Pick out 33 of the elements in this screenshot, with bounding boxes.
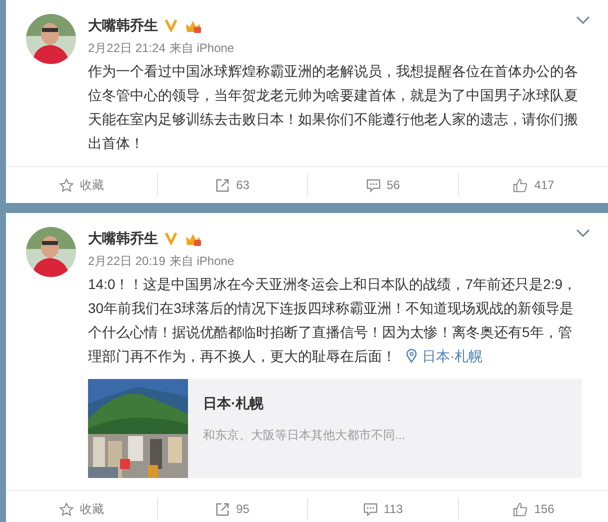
thumbs-up-icon	[512, 178, 528, 192]
star-icon	[58, 178, 74, 192]
like-button[interactable]: 156	[458, 498, 608, 520]
comment-icon	[362, 502, 378, 516]
author-name[interactable]: 大嘴韩乔生	[88, 17, 158, 35]
location-pin-icon	[406, 349, 417, 363]
chevron-down-icon[interactable]	[576, 16, 590, 25]
chevron-down-icon[interactable]	[576, 229, 590, 238]
thumbs-up-icon	[512, 502, 528, 516]
place-title: 日本·札幌	[203, 395, 265, 413]
post-time[interactable]: 2月22日 21:24	[88, 40, 166, 57]
avatar-icon[interactable]	[26, 14, 76, 64]
like-button[interactable]: 417	[458, 174, 608, 196]
comment-button[interactable]: 113	[307, 498, 458, 520]
place-card[interactable]: 日本·札幌 和东京、大阪等日本其他大都市不同...	[88, 379, 582, 478]
post-text: 14:0！！这是中国男冰在今天亚洲冬运会上和日本队的战绩，7年前还只是2:9，30年前我们在3球落后的情况下连扳四球称霸亚洲！不知道现场观战的新领导是个什么心情！据说优酷都临时掐断了直播信号！因为太惨！离冬奥还有5年，管理部门再不作为，再不换人，更大的耻辱在后面！ 日本·札幌	[88, 275, 578, 366]
repost-button[interactable]: 95	[156, 498, 307, 520]
star-icon	[58, 502, 74, 516]
repost-button[interactable]: 63	[156, 174, 307, 196]
location-link[interactable]: 日本·札幌	[406, 348, 483, 364]
post-time[interactable]: 2月22日 20:19	[88, 253, 166, 270]
share-icon	[215, 178, 230, 192]
post-source: 来自 iPhone	[169, 253, 234, 270]
comment-icon	[366, 178, 381, 192]
comment-button[interactable]: 56	[307, 174, 458, 196]
post-text: 作为一个看过中国冰球辉煌称霸亚洲的老解说员，我想提醒各位在首体办公的各位冬管中心的领导，当年贺龙老元帅为啥要建首体，就是为了中国男子冰球队夏天能在室内足够训练去击败日本！如果你们不能遵行他老人家的遗志，请你们搬出首体！	[88, 62, 579, 153]
post-source: 来自 iPhone	[169, 40, 234, 57]
author-name[interactable]: 大嘴韩乔生	[88, 230, 158, 248]
favorite-button[interactable]: 收藏	[6, 174, 156, 196]
avatar-icon[interactable]	[26, 227, 76, 277]
place-summary: 和东京、大阪等日本其他大都市不同...	[203, 427, 406, 444]
favorite-button[interactable]: 收藏	[6, 498, 156, 520]
share-icon	[215, 502, 230, 516]
